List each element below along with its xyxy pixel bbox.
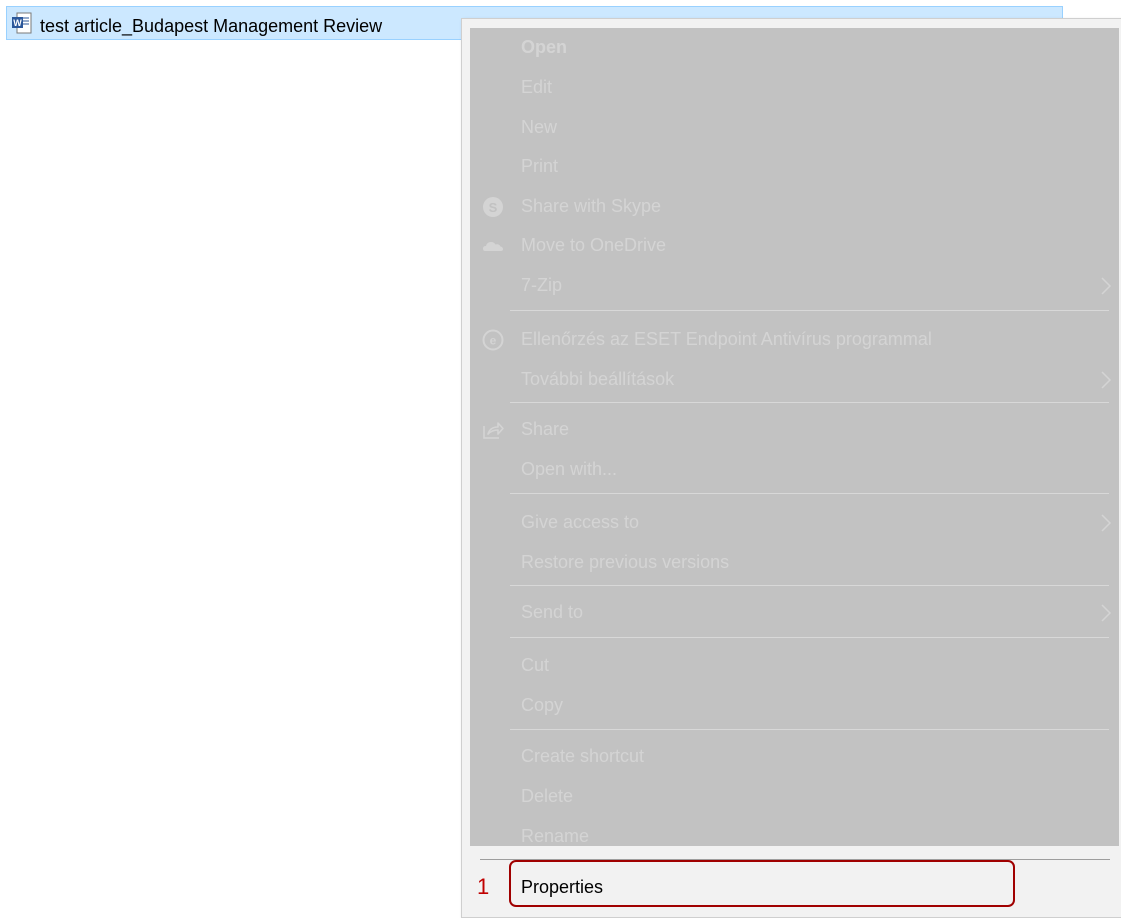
menu-item-label: Create shortcut [521,746,645,766]
menu-item-delete[interactable]: Delete [470,777,1119,817]
menu-separator [510,310,1109,311]
menu-item-open[interactable]: Open [470,28,1119,68]
menu-separator [510,493,1109,494]
share-icon [480,418,506,442]
menu-item-print[interactable]: Print [470,147,1119,187]
menu-item-new[interactable]: New [470,108,1119,148]
step-number: 1 [477,874,490,899]
menu-separator [510,585,1109,586]
menu-item-rename[interactable]: Rename [470,817,1119,857]
menu-item-more-settings[interactable]: További beállítások [470,360,1119,400]
menu-item-label: Open [521,37,568,57]
menu-item-label: Move to OneDrive [521,235,667,255]
svg-text:e: e [490,334,497,348]
menu-item-label: Restore previous versions [521,552,730,572]
menu-item-give-access[interactable]: Give access to [470,503,1119,543]
chevron-right-icon [1099,601,1113,625]
menu-item-label: További beállítások [521,369,675,389]
menu-item-label: Ellenőrzés az ESET Endpoint Antivírus pr… [521,329,932,349]
menu-item-label: Share [521,419,570,439]
menu-item-share[interactable]: Share [470,410,1119,450]
menu-item-label: Cut [521,655,550,675]
menu-item-label: Give access to [521,512,640,532]
menu-item-label: Print [521,156,559,176]
menu-separator [510,402,1109,403]
menu-item-label: Open with... [521,459,618,479]
menu-item-label: Copy [521,695,564,715]
menu-item-cut[interactable]: Cut [470,646,1119,686]
menu-separator [510,729,1109,730]
eset-icon: e [480,328,506,352]
menu-item-edit[interactable]: Edit [470,68,1119,108]
menu-item-7zip[interactable]: 7-Zip [470,266,1119,306]
menu-separator [510,637,1109,638]
menu-item-label: New [521,117,558,137]
chevron-right-icon [1099,511,1113,535]
onedrive-cloud-icon [480,234,506,258]
word-document-icon: W [12,12,32,34]
svg-text:S: S [489,200,498,215]
menu-item-copy[interactable]: Copy [470,686,1119,726]
menu-item-label: Delete [521,786,574,806]
menu-item-eset-scan[interactable]: e Ellenőrzés az ESET Endpoint Antivírus p… [470,320,1119,360]
properties-label[interactable]: Properties [521,876,603,898]
chevron-right-icon [1099,368,1113,392]
menu-item-label: 7-Zip [521,275,563,295]
menu-item-send-to[interactable]: Send to [470,593,1119,633]
skype-icon: S [480,195,506,219]
menu-item-label: Edit [521,77,553,97]
menu-item-restore-versions[interactable]: Restore previous versions [470,543,1119,583]
menu-item-move-onedrive[interactable]: Move to OneDrive [470,226,1119,266]
menu-item-label: Share with Skype [521,196,662,216]
svg-text:W: W [13,18,22,28]
menu-item-label: Rename [521,826,590,846]
menu-item-open-with[interactable]: Open with... [470,450,1119,490]
chevron-right-icon [1099,274,1113,298]
file-name[interactable]: test article_Budapest Management Review [40,15,382,37]
menu-item-label: Send to [521,602,584,622]
menu-item-create-shortcut[interactable]: Create shortcut [470,737,1119,777]
menu-item-share-skype[interactable]: S Share with Skype [470,187,1119,227]
